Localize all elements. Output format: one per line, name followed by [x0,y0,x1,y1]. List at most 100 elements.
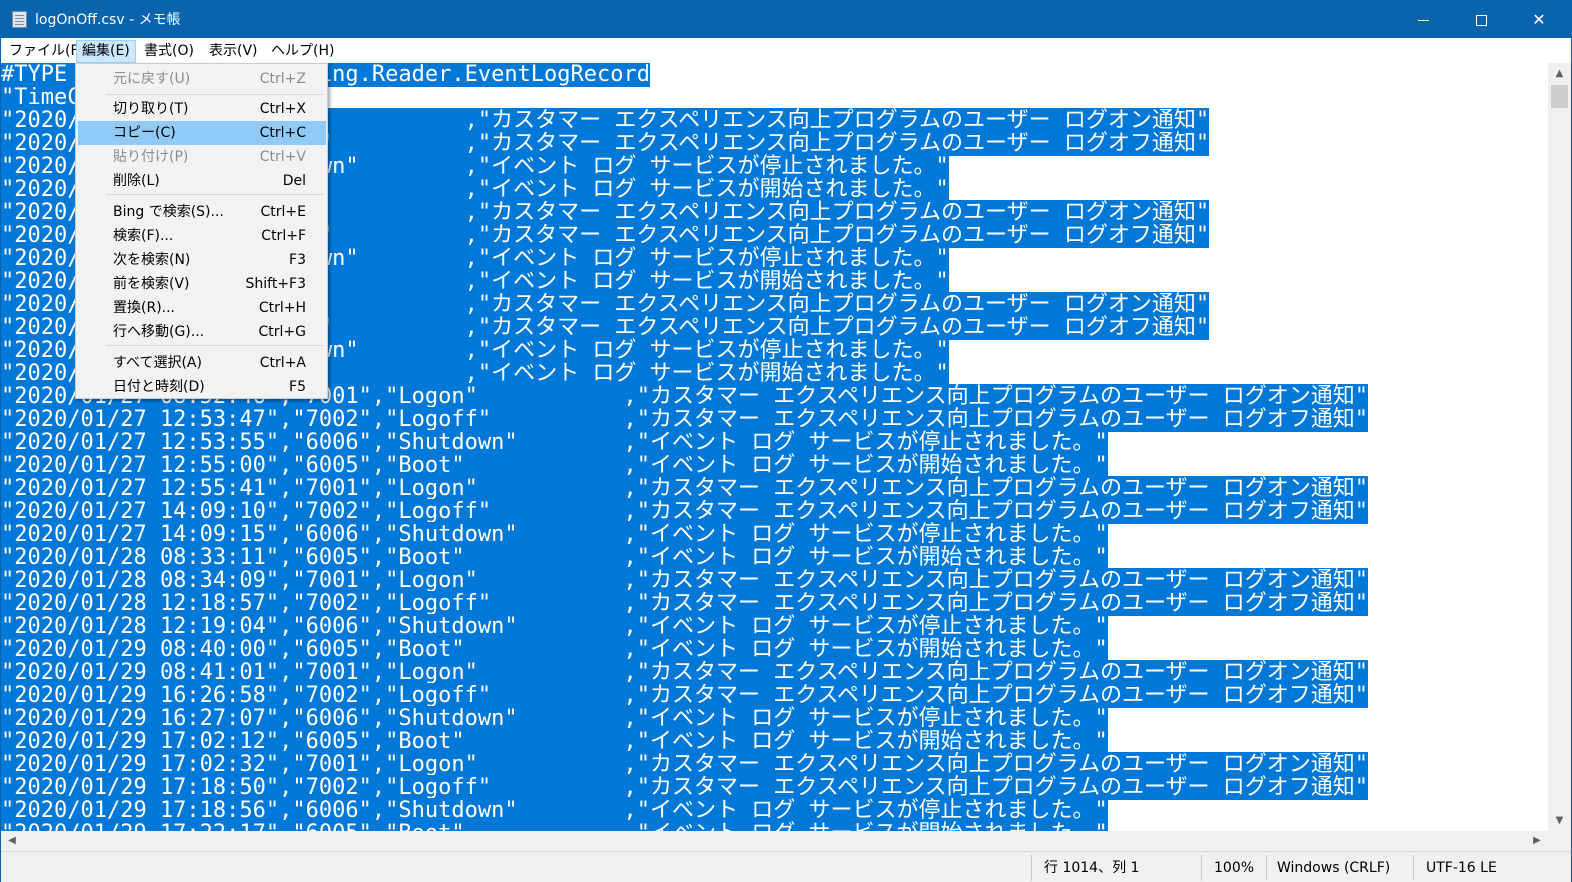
menu-item-shortcut: Ctrl+Z [259,71,306,87]
minimize-icon [1417,20,1429,21]
menu-item-label: 削除(L) [113,173,160,189]
menu-item-cut[interactable]: 切り取り(T) Ctrl+X [78,97,326,121]
menu-item-label: 切り取り(T) [113,101,189,117]
selected-text: "2020/01/27 14:09:15","6006","Shutdown" … [1,522,1108,547]
scroll-left-icon[interactable]: ◀ [1,831,23,851]
text-line[interactable]: "2020/01/27 14:09:15","6006","Shutdown" … [1,522,1108,547]
selected-text: "2020/01/29 17:18:50","7002","Logoff" ,"… [1,775,1369,800]
menu-format[interactable]: 書式(O) [138,40,200,63]
text-line[interactable]: "2020/01/29 08:40:00","6005","Boot" ,"イベ… [1,637,1108,662]
maximize-button[interactable] [1452,1,1510,38]
selected-text: "2020/01/28 08:34:09","7001","Logon" ,"カ… [1,568,1369,593]
text-line[interactable]: "2020/01/29 17:02:12","6005","Boot" ,"イベ… [1,729,1108,754]
menu-item-goto[interactable]: 行へ移動(G)... Ctrl+G [78,320,326,344]
menu-item-shortcut: F5 [289,379,306,395]
vertical-scrollbar[interactable]: ▲ ▼ [1548,63,1571,831]
selected-text: "2020/01/27 12:53:47","7002","Logoff" ,"… [1,407,1369,432]
menu-item-find-next[interactable]: 次を検索(N) F3 [78,248,326,272]
menu-item-shortcut: Ctrl+F [261,228,306,244]
text-line[interactable]: "2020/01/27 12:53:55","6006","Shutdown" … [1,430,1108,455]
text-line[interactable]: "2020/01/28 08:34:09","7001","Logon" ,"カ… [1,568,1369,593]
text-line[interactable]: "2020/01/29 17:22:17","6005","Boot" ,"イベ… [1,821,1108,831]
menu-edit[interactable]: 編集(E) [76,40,136,63]
close-button[interactable]: ✕ [1510,1,1568,38]
menu-item-label: 貼り付け(P) [113,149,189,165]
menu-help[interactable]: ヘルプ(H) [265,40,340,63]
edit-menu-dropdown: 元に戻す(U) Ctrl+Z 切り取り(T) Ctrl+X コピー(C) Ctrl+C 貼り… [75,63,328,399]
menu-item-replace[interactable]: 置換(R)... Ctrl+H [78,296,326,320]
menu-item-find[interactable]: 検索(F)... Ctrl+F [78,224,326,248]
text-line[interactable]: "2020/01/28 12:19:04","6006","Shutdown" … [1,614,1108,639]
scroll-up-icon[interactable]: ▲ [1548,63,1571,83]
status-divider [1266,855,1267,881]
text-line[interactable]: "2020/01/27 12:55:00","6005","Boot" ,"イベ… [1,453,1108,478]
menu-item-shortcut: Ctrl+X [259,101,306,117]
menu-item-paste: 貼り付け(P) Ctrl+V [78,145,326,169]
menu-item-shortcut: Shift+F3 [245,276,306,292]
text-line[interactable]: "2020/01/29 16:27:07","6006","Shutdown" … [1,706,1108,731]
menu-item-shortcut: Del [282,173,306,189]
menu-item-shortcut: Ctrl+V [259,149,306,165]
menu-view[interactable]: 表示(V) [203,40,264,63]
status-bar: 行 1014、列 1 100% Windows (CRLF) UTF-16 LE [1,851,1571,882]
text-line[interactable]: "2020/01/29 08:41:01","7001","Logon" ,"カ… [1,660,1369,685]
menu-item-undo: 元に戻す(U) Ctrl+Z [78,67,326,91]
notepad-icon [12,11,27,28]
scroll-down-icon[interactable]: ▼ [1548,811,1571,831]
menu-item-delete[interactable]: 削除(L) Del [78,169,326,193]
scroll-right-icon[interactable]: ▶ [1526,831,1548,851]
encoding: UTF-16 LE [1426,860,1497,876]
selected-text: "2020/01/29 08:40:00","6005","Boot" ,"イベ… [1,637,1108,662]
menu-item-label: 置換(R)... [113,300,176,316]
menu-item-label: 行へ移動(G)... [113,324,205,340]
text-line[interactable]: "2020/01/28 12:18:57","7002","Logoff" ,"… [1,591,1369,616]
vertical-scroll-thumb[interactable] [1551,85,1568,108]
status-divider [1413,855,1414,881]
selected-text: "2020/01/29 17:02:32","7001","Logon" ,"カ… [1,752,1369,777]
cursor-position: 行 1014、列 1 [1044,860,1140,876]
menu-item-shortcut: Ctrl+E [260,204,307,220]
selected-text: "2020/01/29 17:18:56","6006","Shutdown" … [1,798,1108,823]
menu-item-time-date[interactable]: 日付と時刻(D) F5 [78,375,326,399]
text-line[interactable]: "2020/01/28 08:33:11","6005","Boot" ,"イベ… [1,545,1108,570]
close-icon: ✕ [1532,10,1546,29]
menu-item-shortcut: Ctrl+G [258,324,307,340]
menu-item-shortcut: F3 [289,252,306,268]
selected-text: "2020/01/27 12:55:00","6005","Boot" ,"イベ… [1,453,1108,478]
selected-text: "2020/01/28 12:19:04","6006","Shutdown" … [1,614,1108,639]
menu-item-label: 検索(F)... [113,228,174,244]
maximize-icon [1475,15,1487,26]
menu-item-bing-search[interactable]: Bing で検索(S)... Ctrl+E [78,200,326,224]
scrollbar-corner [1548,831,1571,851]
zoom-level: 100% [1214,860,1255,876]
title-bar[interactable]: logOnOff.csv - メモ帳 ✕ [1,1,1571,38]
menu-separator [106,194,324,195]
menu-bar: ファイル(F) 編集(E) 書式(O) 表示(V) ヘルプ(H) [1,38,1571,63]
minimize-button[interactable] [1394,1,1452,38]
text-line[interactable]: "2020/01/27 12:53:47","7002","Logoff" ,"… [1,407,1369,432]
text-line[interactable]: "2020/01/29 17:02:32","7001","Logon" ,"カ… [1,752,1369,777]
text-line[interactable]: "2020/01/27 12:55:41","7001","Logon" ,"カ… [1,476,1369,501]
menu-item-shortcut: Ctrl+A [259,355,306,371]
menu-item-find-previous[interactable]: 前を検索(V) Shift+F3 [78,272,326,296]
text-line[interactable]: "2020/01/29 17:18:50","7002","Logoff" ,"… [1,775,1369,800]
selected-text: "2020/01/29 16:27:07","6006","Shutdown" … [1,706,1108,731]
menu-item-label: 次を検索(N) [113,252,191,268]
selected-text: "2020/01/27 12:55:41","7001","Logon" ,"カ… [1,476,1369,501]
menu-item-label: コピー(C) [113,125,176,141]
selected-text: "2020/01/27 12:53:55","6006","Shutdown" … [1,430,1108,455]
selected-text: "2020/01/27 14:09:10","7002","Logoff" ,"… [1,499,1369,524]
notepad-window: logOnOff.csv - メモ帳 ✕ ファイル(F) 編集(E) 書式(O)… [0,0,1572,882]
menu-item-label: 元に戻す(U) [113,71,191,87]
text-line[interactable]: "2020/01/29 16:26:58","7002","Logoff" ,"… [1,683,1369,708]
selected-text: "2020/01/29 17:22:17","6005","Boot" ,"イベ… [1,821,1108,831]
selected-text: "2020/01/29 16:26:58","7002","Logoff" ,"… [1,683,1369,708]
menu-item-label: Bing で検索(S)... [113,204,224,220]
text-line[interactable]: "2020/01/27 14:09:10","7002","Logoff" ,"… [1,499,1369,524]
menu-item-copy[interactable]: コピー(C) Ctrl+C [78,121,326,145]
menu-item-select-all[interactable]: すべて選択(A) Ctrl+A [78,351,326,375]
text-line[interactable]: "2020/01/29 17:18:56","6006","Shutdown" … [1,798,1108,823]
window-title: logOnOff.csv - メモ帳 [35,12,181,28]
menu-item-shortcut: Ctrl+H [258,300,306,316]
horizontal-scrollbar[interactable]: ◀ ▶ [1,831,1548,851]
